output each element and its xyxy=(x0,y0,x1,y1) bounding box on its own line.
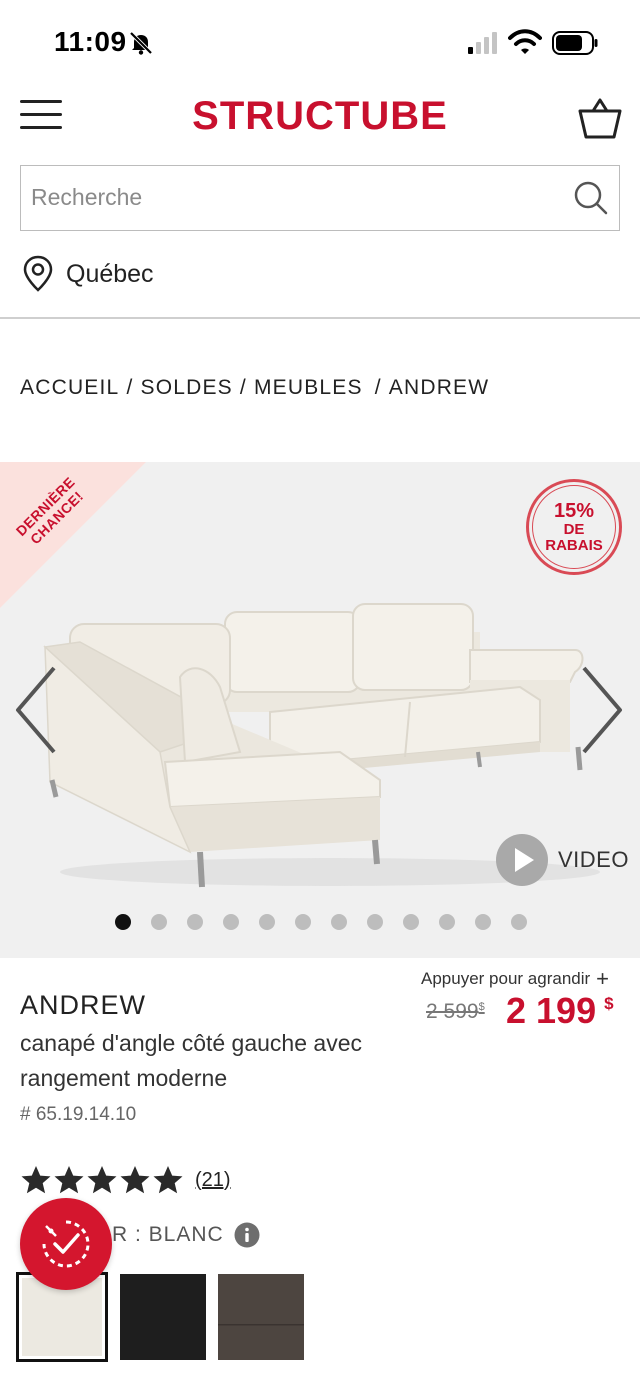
gallery-dot[interactable] xyxy=(259,914,275,930)
chevron-right-icon[interactable] xyxy=(580,662,624,758)
star-icon xyxy=(21,1166,51,1194)
product-rating[interactable]: (21) xyxy=(20,1164,231,1196)
gallery-pagination xyxy=(0,914,640,930)
breadcrumb-home[interactable]: ACCUEIL xyxy=(20,376,119,400)
breadcrumb: ACCUEIL / SOLDES / MEUBLES / ANDREW xyxy=(20,376,489,400)
discount-badge: 15% DE RABAIS xyxy=(526,479,622,575)
breadcrumb-sale[interactable]: SOLDES xyxy=(140,376,232,400)
color-label: R : BLANC xyxy=(112,1223,224,1246)
breadcrumb-separator: / xyxy=(239,376,247,399)
breadcrumb-furniture[interactable]: MEUBLES xyxy=(254,376,363,400)
star-icon xyxy=(120,1166,150,1194)
brand-logo[interactable]: STRUCTUBE xyxy=(0,94,640,139)
location-label: Québec xyxy=(66,259,154,288)
swatch-brun[interactable] xyxy=(218,1274,304,1360)
cellular-signal-icon xyxy=(468,32,497,54)
gallery-dot[interactable] xyxy=(115,914,131,930)
wifi-icon xyxy=(508,29,542,54)
gallery-dot[interactable] xyxy=(475,914,491,930)
gallery-dot[interactable] xyxy=(151,914,167,930)
video-button[interactable]: VIDEO xyxy=(495,833,629,887)
swatch-noir[interactable] xyxy=(120,1274,206,1360)
star-icon xyxy=(87,1166,117,1194)
plus-icon: + xyxy=(596,966,610,991)
review-count-link[interactable]: (21) xyxy=(195,1169,231,1192)
status-bar: 11:09 xyxy=(0,0,640,86)
star-icon xyxy=(153,1166,183,1194)
store-location[interactable]: Québec xyxy=(22,254,154,294)
discount-line-rabais: RABAIS xyxy=(545,537,603,554)
swatch-brun-fill xyxy=(218,1274,304,1360)
status-time: 11:09 xyxy=(54,26,127,57)
search-input[interactable] xyxy=(21,166,561,229)
discount-tag-icon xyxy=(42,1220,90,1268)
location-pin-icon xyxy=(23,255,53,292)
gallery-dot[interactable] xyxy=(223,914,239,930)
search-icon[interactable] xyxy=(573,180,609,216)
price-block: 2 599$ 2 199 $ xyxy=(426,990,626,1036)
search-bar xyxy=(20,165,620,231)
gallery-dot[interactable] xyxy=(511,914,527,930)
bell-off-icon xyxy=(129,31,153,55)
original-price: 2 599$ xyxy=(426,1000,485,1023)
breadcrumb-separator: / xyxy=(126,376,134,399)
discount-percent: 15% xyxy=(553,500,595,522)
info-icon[interactable] xyxy=(234,1222,260,1248)
gallery-dot[interactable] xyxy=(331,914,347,930)
shopping-basket-icon[interactable] xyxy=(576,94,624,140)
header-divider xyxy=(0,317,640,319)
promo-button[interactable] xyxy=(20,1198,112,1290)
product-description: canapé d'angle côté gauche avec rangemen… xyxy=(20,1030,362,1091)
product-name: ANDREW xyxy=(20,990,146,1020)
gallery-dot[interactable] xyxy=(187,914,203,930)
video-label: VIDEO xyxy=(558,847,629,872)
gallery-dot[interactable] xyxy=(295,914,311,930)
swatch-noir-fill xyxy=(120,1274,206,1360)
header: STRUCTUBE xyxy=(0,86,640,148)
chevron-left-icon[interactable] xyxy=(14,662,58,758)
battery-icon xyxy=(552,31,598,55)
product-sku: # 65.19.14.10 xyxy=(20,1104,137,1125)
breadcrumb-current[interactable]: ANDREW xyxy=(389,376,490,400)
gallery-dot[interactable] xyxy=(403,914,419,930)
zoom-hint[interactable]: Appuyer pour agrandir + xyxy=(421,966,609,992)
discount-line-de: DE xyxy=(563,521,585,538)
play-icon xyxy=(496,834,548,886)
breadcrumb-separator: / xyxy=(374,376,382,399)
star-icon xyxy=(54,1166,84,1194)
sale-price: 2 199 $ xyxy=(506,990,614,1031)
gallery-dot[interactable] xyxy=(367,914,383,930)
gallery-dot[interactable] xyxy=(439,914,455,930)
